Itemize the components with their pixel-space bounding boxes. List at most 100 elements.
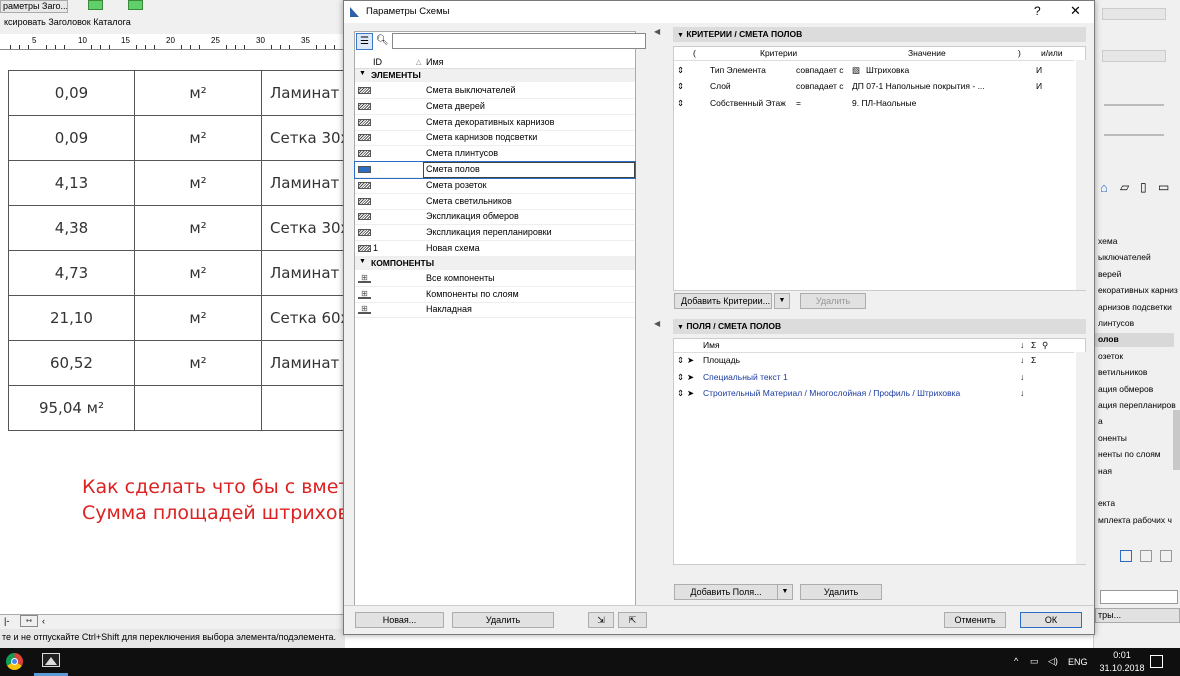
- palette-settings-button[interactable]: тры...: [1095, 608, 1180, 623]
- criterion-name[interactable]: Слой: [710, 81, 731, 91]
- palette-scrollbar[interactable]: [1171, 200, 1180, 570]
- criterion-value[interactable]: 9. ПЛ-Наольные: [852, 98, 916, 108]
- palette-list-item[interactable]: екоративных карниз: [1098, 285, 1178, 295]
- drag-handle-icon[interactable]: ⇕: [677, 355, 684, 366]
- delete-scheme-button[interactable]: Удалить: [452, 612, 554, 628]
- publisher-icon[interactable]: ▭: [1158, 180, 1169, 194]
- fields-scrollbar[interactable]: [1076, 352, 1086, 564]
- drag-handle-icon[interactable]: ⇕: [677, 65, 684, 76]
- horizontal-scrollbar[interactable]: |- ⇿ ‹: [0, 614, 345, 629]
- column-id[interactable]: ID: [373, 57, 382, 67]
- add-fields-button[interactable]: Добавить Поля...: [674, 584, 778, 600]
- close-button[interactable]: ✕: [1070, 3, 1081, 19]
- scheme-list-item[interactable]: Смета выключателей: [355, 83, 635, 99]
- palette-list-item[interactable]: линтусов: [1098, 318, 1134, 328]
- field-sort[interactable]: ↓: [1020, 355, 1024, 365]
- field-row[interactable]: ⇕ ➤ Площадь ↓ Σ: [674, 353, 1084, 369]
- column-name[interactable]: Имя: [426, 57, 444, 67]
- scheme-list-item[interactable]: Смета дверей: [355, 99, 635, 115]
- language-indicator[interactable]: ENG: [1068, 657, 1088, 667]
- palette-list-item[interactable]: ыключателей: [1098, 252, 1151, 262]
- criterion-operator[interactable]: совпадает с: [796, 81, 844, 91]
- clock-time[interactable]: 0:01: [1102, 650, 1142, 660]
- fields-section-header[interactable]: ▼ ПОЛЯ / СМЕТА ПОЛОВ: [673, 319, 1086, 334]
- collapse-arrow-icon[interactable]: ◀: [654, 319, 660, 328]
- field-sort[interactable]: ↓: [1020, 372, 1024, 382]
- scheme-list-item[interactable]: Смета светильников: [355, 194, 635, 210]
- palette-list-item[interactable]: озеток: [1098, 351, 1123, 361]
- criteria-row[interactable]: ⇕ Собственный Этаж = 9. ПЛ-Наольные: [674, 96, 1084, 112]
- scheme-list-item[interactable]: 1 Новая схема: [355, 241, 635, 257]
- criterion-andor[interactable]: И: [1036, 81, 1042, 91]
- new-item-icon[interactable]: [1120, 550, 1132, 562]
- component-list-item[interactable]: ⊞ Компоненты по слоям: [355, 287, 635, 303]
- cancel-button[interactable]: Отменить: [944, 612, 1006, 628]
- criterion-operator[interactable]: =: [796, 98, 801, 108]
- criteria-row[interactable]: ⇕ Тип Элемента совпадает с ▧ Штриховка И: [674, 63, 1084, 79]
- criteria-row[interactable]: ⇕ Слой совпадает с ДП 07-1 Напольные покрыт…: [674, 79, 1084, 95]
- group-elements[interactable]: ЭЛЕМЕНТЫ: [355, 69, 635, 82]
- palette-list-item[interactable]: ненты по слоям: [1098, 449, 1161, 459]
- palette-list-item[interactable]: хема: [1098, 236, 1117, 246]
- list-scrollbar[interactable]: [636, 56, 646, 604]
- notification-icon[interactable]: [1150, 655, 1163, 668]
- settings-dropdown-button[interactable]: раметры Заго...: [0, 0, 68, 13]
- collapse-arrow-icon[interactable]: ◀: [654, 27, 660, 36]
- fit-width-icon[interactable]: ⇿: [20, 615, 38, 627]
- criteria-scrollbar[interactable]: [1076, 60, 1086, 290]
- new-scheme-button[interactable]: Новая...: [355, 612, 444, 628]
- palette-list-item[interactable]: а: [1098, 416, 1103, 426]
- drag-handle-icon[interactable]: ⇕: [677, 388, 684, 399]
- palette-name-field[interactable]: [1100, 590, 1178, 604]
- list-view-icon[interactable]: ☰: [356, 33, 373, 50]
- palette-list-item[interactable]: ная: [1098, 466, 1112, 476]
- add-fields-dropdown-icon[interactable]: ▼: [777, 584, 793, 600]
- project-map-icon[interactable]: ⌂: [1100, 180, 1108, 195]
- palette-scroll-thumb[interactable]: [1173, 410, 1180, 470]
- criterion-value[interactable]: Штриховка: [866, 65, 909, 75]
- view-map-icon[interactable]: ▱: [1120, 180, 1129, 194]
- palette-list-item[interactable]: екта: [1098, 498, 1115, 508]
- delete-field-button[interactable]: Удалить: [800, 584, 882, 600]
- palette-list-item[interactable]: олов: [1098, 334, 1119, 344]
- palette-list-item[interactable]: ация обмеров: [1098, 384, 1153, 394]
- field-row[interactable]: ⇕ ➤ Специальный текст 1 ↓: [674, 370, 1084, 386]
- scheme-list-item[interactable]: Смета полов: [354, 161, 636, 179]
- search-input[interactable]: [392, 33, 646, 49]
- green-tool-icon[interactable]: [128, 0, 143, 10]
- palette-slider[interactable]: [1104, 104, 1164, 106]
- palette-slider[interactable]: [1104, 134, 1164, 136]
- scheme-list-item[interactable]: Смета плинтусов: [355, 146, 635, 163]
- criterion-operator[interactable]: совпадает с: [796, 65, 844, 75]
- criterion-name[interactable]: Собственный Этаж: [710, 98, 786, 108]
- scheme-list-item[interactable]: Смета розеток: [355, 178, 635, 194]
- add-criteria-dropdown-icon[interactable]: ▼: [774, 293, 790, 309]
- palette-list-item[interactable]: арнизов подсветки: [1098, 302, 1172, 312]
- criterion-name[interactable]: Тип Элемента: [710, 65, 766, 75]
- scheme-list-item[interactable]: Смета карнизов подсветки: [355, 130, 635, 147]
- add-criteria-button[interactable]: Добавить Критерии...: [674, 293, 772, 309]
- palette-slider-track[interactable]: [1102, 8, 1166, 20]
- expand-arrow-icon[interactable]: ▼: [359, 70, 366, 77]
- export-icon[interactable]: ⇱: [618, 612, 647, 628]
- scheme-list-item[interactable]: Смета декоративных карнизов: [355, 115, 635, 131]
- green-tool-icon[interactable]: [88, 0, 103, 10]
- network-icon[interactable]: ▭: [1030, 656, 1039, 667]
- tray-chevron-icon[interactable]: ^: [1014, 656, 1018, 666]
- palette-list-item[interactable]: ветильников: [1098, 367, 1147, 377]
- palette-list-item[interactable]: ация перепланиров: [1098, 400, 1176, 410]
- criterion-andor[interactable]: И: [1036, 65, 1042, 75]
- criteria-section-header[interactable]: ▼ КРИТЕРИИ / СМЕТА ПОЛОВ: [673, 27, 1086, 42]
- layout-book-icon[interactable]: ▯: [1140, 180, 1147, 194]
- field-sum[interactable]: Σ: [1031, 355, 1036, 365]
- scroll-left-icon[interactable]: ‹: [42, 616, 45, 626]
- expand-arrow-icon[interactable]: ▼: [359, 258, 366, 265]
- field-row[interactable]: ⇕ ➤ Строительный Материал / Многослойная /…: [674, 386, 1084, 402]
- photos-app-icon[interactable]: [42, 653, 60, 667]
- palette-list-item[interactable]: мплекта рабочих ч: [1098, 515, 1172, 525]
- scheme-list-item[interactable]: Экспликация обмеров: [355, 209, 635, 226]
- drag-handle-icon[interactable]: ⇕: [677, 372, 684, 383]
- delete-icon[interactable]: [1160, 550, 1172, 562]
- component-list-item[interactable]: ⊞ Накладная: [355, 302, 635, 319]
- drag-handle-icon[interactable]: ⇕: [677, 98, 684, 109]
